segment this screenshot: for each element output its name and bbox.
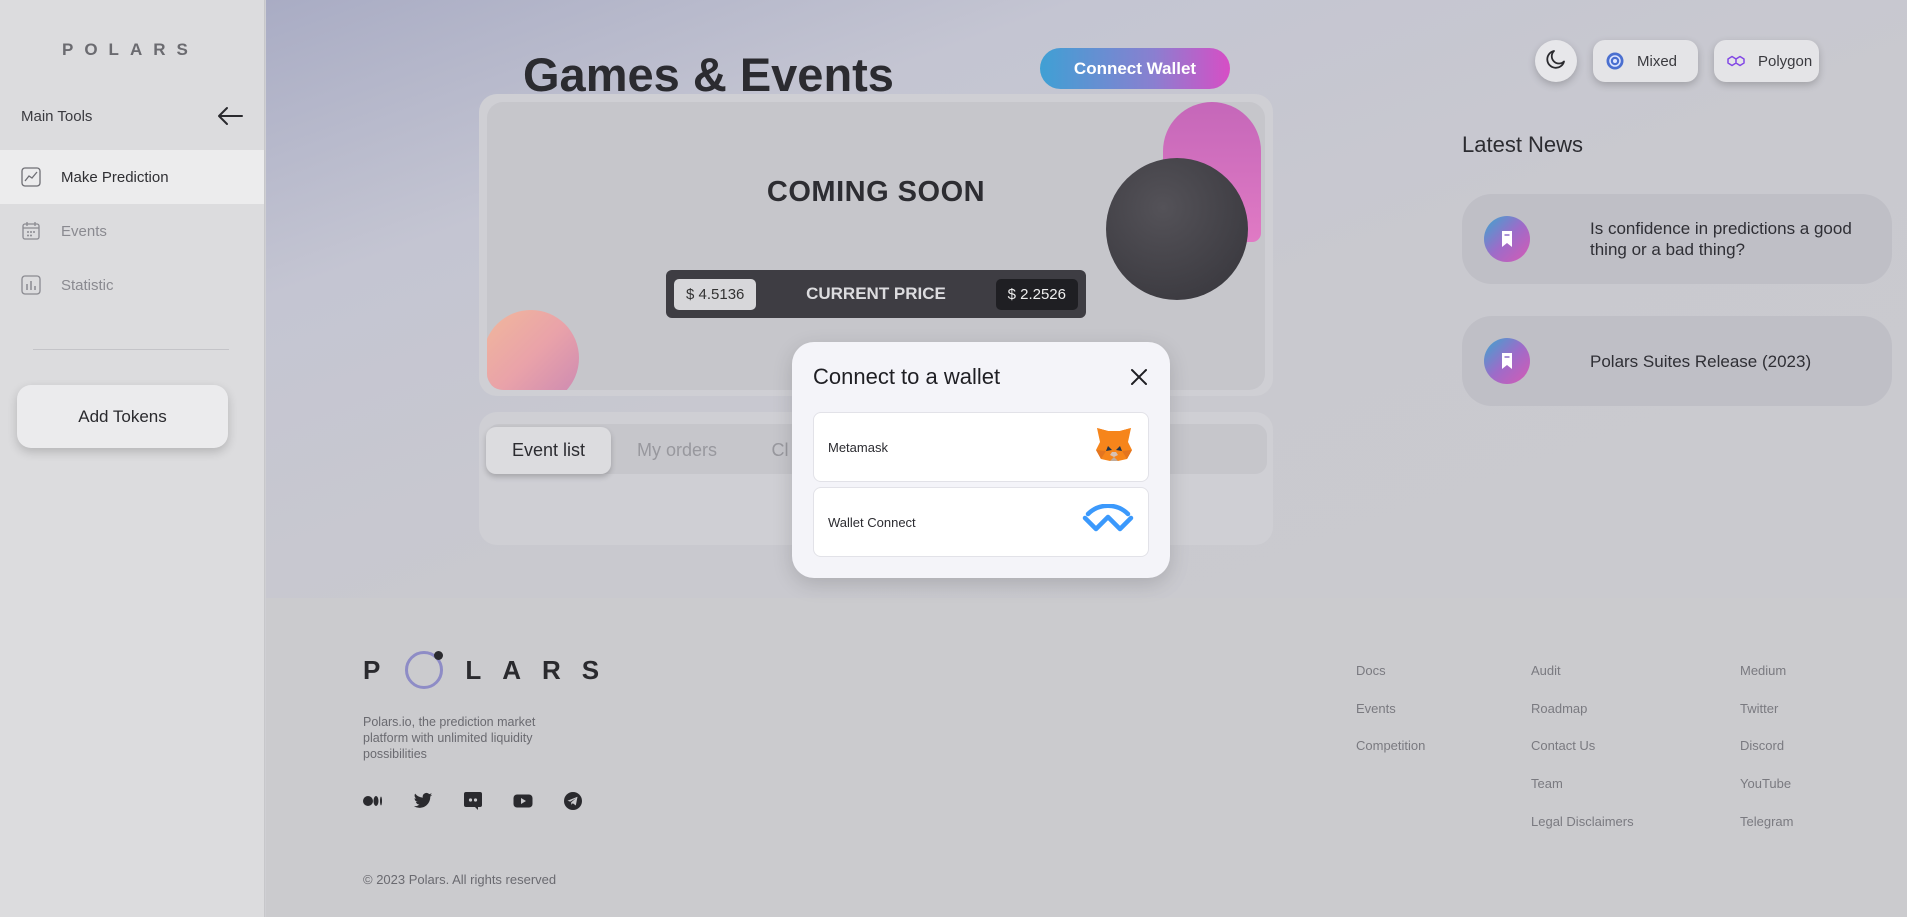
footer-link-docs[interactable]: Docs: [1356, 663, 1386, 678]
footer-link-youtube[interactable]: YouTube: [1740, 776, 1791, 791]
news-item-text: Is confidence in predictions a good thin…: [1590, 219, 1852, 259]
price-bar: $ 4.5136 CURRENT PRICE $ 2.2526: [666, 270, 1086, 318]
footer-logo-letters: LARS: [465, 654, 621, 685]
tab-event-list[interactable]: Event list: [486, 427, 611, 474]
footer-link-roadmap[interactable]: Roadmap: [1531, 701, 1587, 716]
polygon-icon: [1726, 51, 1746, 71]
bookmark-icon: [1484, 216, 1530, 262]
twitter-icon[interactable]: [413, 791, 433, 811]
chart-line-icon: [21, 167, 41, 187]
sidebar-logo[interactable]: POLARS: [62, 40, 199, 60]
theme-toggle-button[interactable]: [1535, 40, 1577, 82]
collapse-arrow-icon[interactable]: [216, 104, 244, 128]
footer-logo[interactable]: P LARS: [363, 651, 620, 689]
tab-my-orders[interactable]: My orders: [612, 427, 742, 474]
discord-icon[interactable]: [463, 791, 483, 811]
modal-title: Connect to a wallet: [813, 364, 1001, 389]
footer-link-medium[interactable]: Medium: [1740, 663, 1786, 678]
news-item[interactable]: Is confidence in predictions a good thin…: [1462, 194, 1892, 284]
metamask-fox-icon: [1094, 426, 1134, 469]
network-chip-label: Polygon: [1758, 52, 1813, 70]
calendar-icon: [21, 221, 41, 241]
footer-link-events[interactable]: Events: [1356, 701, 1396, 716]
wallet-option-label: Metamask: [828, 439, 888, 455]
wallet-option-metamask[interactable]: Metamask: [813, 412, 1149, 482]
footer-link-contact-us[interactable]: Contact Us: [1531, 738, 1595, 753]
sidebar-item-statistic[interactable]: Statistic: [0, 258, 264, 312]
walletconnect-icon: [1082, 503, 1134, 541]
wallet-option-label: Wallet Connect: [828, 514, 916, 530]
coming-soon-label: COMING SOON: [766, 176, 986, 208]
mode-chip[interactable]: Mixed: [1593, 40, 1698, 82]
moon-icon: [1544, 47, 1568, 76]
latest-news-title: Latest News: [1462, 132, 1584, 157]
connect-wallet-modal: Connect to a wallet Metamask Wallet Conn…: [792, 342, 1170, 578]
telegram-icon[interactable]: [563, 791, 583, 811]
news-item-text: Polars Suites Release (2023): [1590, 351, 1812, 371]
sidebar: POLARS Main Tools Make Prediction Events…: [0, 0, 265, 917]
copyright: © 2023 Polars. All rights reserved: [363, 872, 557, 887]
footer-link-twitter[interactable]: Twitter: [1740, 701, 1778, 716]
social-links: [363, 791, 583, 811]
sidebar-item-label: Make Prediction: [61, 168, 169, 186]
polars-ring-icon: [405, 651, 444, 689]
footer-logo-letter: P: [363, 654, 402, 685]
price-right-value: $ 2.2526: [995, 278, 1078, 310]
news-item[interactable]: Polars Suites Release (2023): [1462, 316, 1892, 406]
wallet-option-walletconnect[interactable]: Wallet Connect: [813, 487, 1149, 557]
mode-chip-label: Mixed: [1637, 52, 1678, 70]
network-chip[interactable]: Polygon: [1714, 40, 1819, 82]
sidebar-divider: [33, 349, 229, 350]
price-left-value: $ 4.5136: [674, 278, 757, 310]
sidebar-item-make-prediction[interactable]: Make Prediction: [0, 150, 264, 204]
close-icon[interactable]: [1128, 366, 1150, 388]
sidebar-item-label: Events: [61, 222, 107, 240]
connect-wallet-button[interactable]: Connect Wallet: [1040, 48, 1230, 89]
footer-link-legal-disclaimers[interactable]: Legal Disclaimers: [1531, 814, 1634, 829]
footer-link-audit[interactable]: Audit: [1531, 663, 1561, 678]
main-tools-heading: Main Tools: [21, 108, 93, 125]
bookmark-icon: [1484, 338, 1530, 384]
sidebar-item-events[interactable]: Events: [0, 204, 264, 258]
medium-icon[interactable]: [363, 791, 383, 811]
bar-chart-icon: [21, 275, 41, 295]
add-tokens-button[interactable]: Add Tokens: [17, 385, 228, 448]
sidebar-item-label: Statistic: [61, 276, 114, 294]
current-price-label: CURRENT PRICE: [806, 284, 946, 303]
footer-description: Polars.io, the prediction market platfor…: [363, 715, 536, 761]
footer-link-discord[interactable]: Discord: [1740, 738, 1784, 753]
footer-link-telegram[interactable]: Telegram: [1740, 814, 1793, 829]
footer-link-competition[interactable]: Competition: [1356, 738, 1425, 753]
decorative-blob: [487, 310, 579, 390]
footer-link-team[interactable]: Team: [1531, 776, 1563, 791]
youtube-icon[interactable]: [513, 791, 533, 811]
mixed-coin-icon: [1605, 51, 1625, 71]
